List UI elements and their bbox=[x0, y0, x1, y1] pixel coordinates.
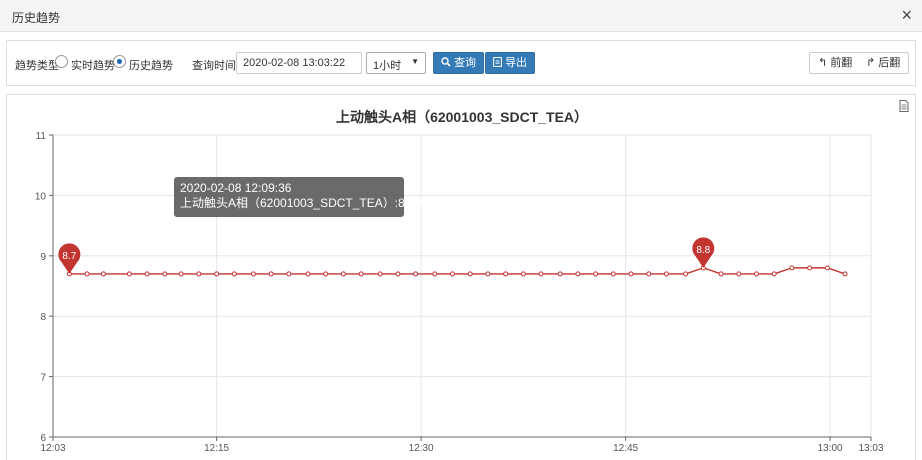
data-point bbox=[503, 271, 509, 277]
mark-point-label: 8.8 bbox=[696, 245, 710, 256]
data-point bbox=[413, 271, 419, 277]
chart-panel: 上动触头A相（62001003_SDCT_TEA） 6 7 8 9 10 11 12:03 1… bbox=[6, 94, 916, 460]
data-point bbox=[664, 271, 669, 277]
data-point bbox=[789, 265, 795, 271]
data-point bbox=[557, 271, 563, 277]
data-point bbox=[196, 271, 202, 277]
query-button-label: 查询 bbox=[454, 57, 477, 69]
data-point bbox=[144, 271, 150, 277]
y-tick-label: 8 bbox=[40, 312, 46, 323]
query-time-input[interactable] bbox=[236, 52, 362, 74]
data-point bbox=[323, 271, 329, 277]
data-point bbox=[340, 271, 346, 277]
search-icon bbox=[441, 57, 451, 67]
data-point bbox=[520, 271, 526, 277]
data-point bbox=[178, 271, 184, 277]
data-point bbox=[126, 271, 132, 277]
data-point bbox=[753, 271, 759, 277]
data-point bbox=[771, 271, 777, 277]
prev-page-label: 前翻 bbox=[830, 57, 853, 69]
tooltip-series-value: 上动触头A相（62001003_SDCT_TEA）:8.7℃ bbox=[180, 196, 429, 210]
close-icon[interactable]: × bbox=[901, 5, 912, 25]
x-tick-label: 12:03 bbox=[40, 443, 65, 454]
data-point bbox=[683, 271, 689, 277]
data-point bbox=[718, 271, 724, 277]
y-tick-label: 9 bbox=[40, 252, 46, 263]
data-point bbox=[538, 271, 544, 277]
data-point bbox=[807, 265, 813, 271]
export-button-label: 导出 bbox=[505, 57, 528, 69]
trend-line-chart[interactable]: 6789101112:03 12:15 12:30 12:45 13:00 13:03 8… bbox=[7, 95, 917, 460]
data-point bbox=[593, 271, 599, 277]
trend-type-label: 趋势类型 bbox=[15, 60, 59, 72]
data-point bbox=[575, 271, 581, 277]
data-point bbox=[377, 271, 383, 277]
data-point bbox=[231, 271, 237, 277]
duration-select-value: 1小时 bbox=[373, 60, 402, 72]
prev-page-button[interactable]: ↰ 前翻 bbox=[809, 52, 862, 74]
data-point bbox=[467, 271, 473, 277]
data-point bbox=[646, 271, 652, 277]
data-point bbox=[449, 271, 455, 277]
data-point bbox=[358, 271, 364, 277]
data-point bbox=[610, 271, 616, 277]
dialog-title: 历史趋势 bbox=[12, 11, 61, 25]
tooltip-time: 2020-02-08 12:09:36 bbox=[180, 181, 292, 195]
x-tick-label: 13:03 bbox=[858, 443, 883, 454]
next-page-label: 后翻 bbox=[878, 57, 901, 69]
history-trend-label[interactable]: 历史趋势 bbox=[129, 57, 173, 73]
query-button[interactable]: 查询 bbox=[433, 52, 485, 74]
caret-down-icon: ▼ bbox=[411, 57, 419, 66]
data-point bbox=[305, 271, 311, 277]
share-arrow-icon: ↱ bbox=[866, 57, 876, 69]
data-point bbox=[824, 265, 830, 271]
query-time-label: 查询时间 bbox=[192, 60, 236, 72]
data-point bbox=[736, 271, 742, 277]
x-tick-label: 13:00 bbox=[818, 443, 843, 454]
data-point bbox=[250, 271, 256, 277]
y-tick-label: 7 bbox=[40, 373, 46, 384]
data-point bbox=[162, 271, 168, 277]
y-tick-label: 11 bbox=[36, 131, 47, 142]
data-point bbox=[84, 271, 90, 277]
data-point bbox=[286, 271, 292, 277]
data-point bbox=[432, 271, 438, 277]
duration-select[interactable]: 1小时 ▼ bbox=[366, 52, 426, 74]
mark-point-label: 8.7 bbox=[62, 251, 76, 262]
data-point bbox=[100, 271, 106, 277]
realtime-trend-radio[interactable] bbox=[55, 55, 68, 68]
data-point bbox=[485, 271, 491, 277]
export-button[interactable]: 导出 bbox=[485, 52, 536, 74]
data-point bbox=[214, 271, 220, 277]
x-tick-label: 12:15 bbox=[204, 443, 229, 454]
chart-tooltip: 2020-02-08 12:09:36 上动触头A相（62001003_SDCT… bbox=[174, 177, 429, 217]
data-point bbox=[842, 271, 848, 277]
dialog-titlebar: 历史趋势 × bbox=[0, 0, 922, 32]
history-trend-radio[interactable] bbox=[113, 55, 126, 68]
query-toolbar: 趋势类型 实时趋势 历史趋势 查询时间 1小时 ▼ 查询 导出 ↰ 前翻 ↱ 后… bbox=[6, 40, 916, 86]
y-tick-label: 10 bbox=[35, 191, 47, 202]
x-tick-label: 12:30 bbox=[409, 443, 434, 454]
realtime-trend-label[interactable]: 实时趋势 bbox=[71, 57, 115, 73]
x-tick-label: 12:45 bbox=[613, 443, 638, 454]
next-page-button[interactable]: ↱ 后翻 bbox=[858, 52, 910, 74]
data-point bbox=[628, 271, 634, 277]
data-point bbox=[395, 271, 401, 277]
data-point bbox=[268, 271, 274, 277]
series-line bbox=[69, 267, 846, 275]
file-export-icon bbox=[493, 57, 502, 67]
reply-arrow-icon: ↰ bbox=[818, 57, 828, 69]
